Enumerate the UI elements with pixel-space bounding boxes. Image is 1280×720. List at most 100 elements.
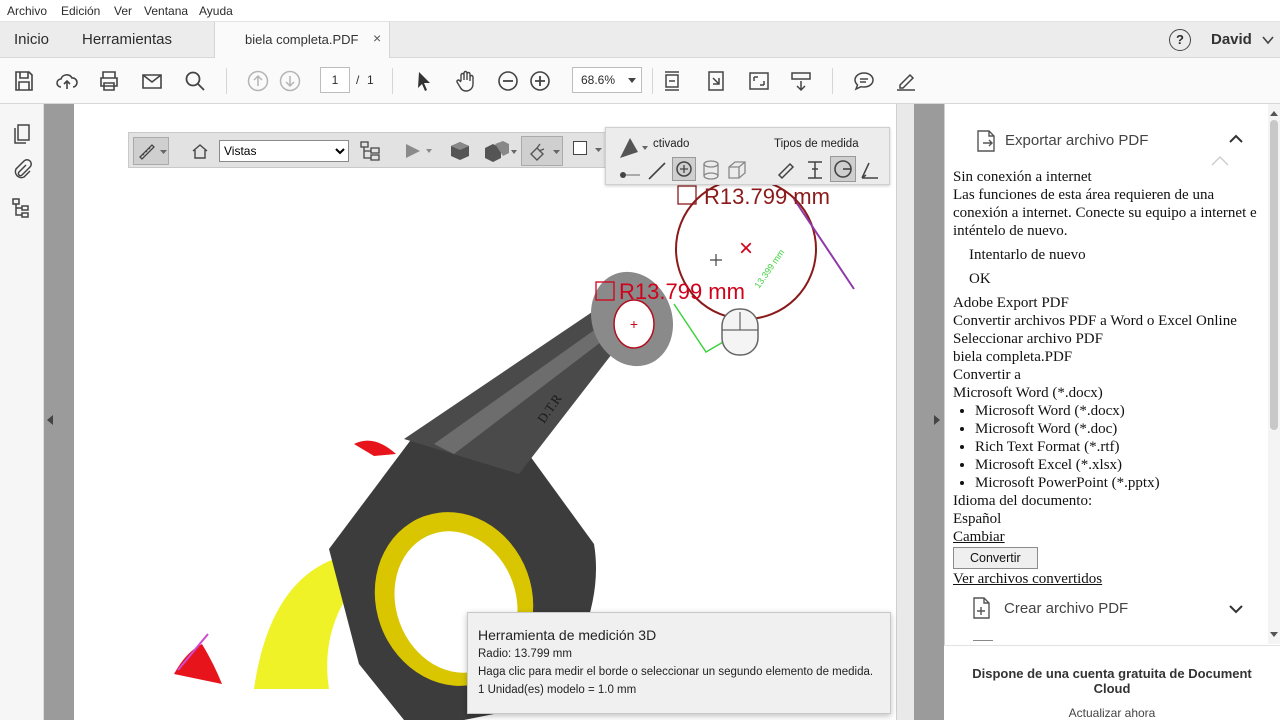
- enabled-label: ctivado: [653, 138, 690, 150]
- hand-tool-icon[interactable]: [454, 69, 478, 93]
- fit-width-icon[interactable]: [660, 69, 684, 93]
- point-snap-icon[interactable]: [618, 164, 642, 180]
- tab-herramientas[interactable]: Herramientas: [82, 31, 172, 48]
- offline-title: Sin conexión a internet: [953, 169, 1092, 185]
- lighting-button[interactable]: [521, 136, 563, 166]
- tab-inicio[interactable]: Inicio: [14, 31, 49, 48]
- upgrade-link[interactable]: Actualizar ahora: [944, 706, 1280, 720]
- chevron-down-icon[interactable]: [1262, 34, 1274, 46]
- menu-ver[interactable]: Ver: [114, 4, 132, 18]
- tab-document[interactable]: biela completa.PDF ×: [214, 22, 390, 58]
- upload-cloud-icon[interactable]: [55, 69, 79, 93]
- menu-ayuda[interactable]: Ayuda: [199, 4, 233, 18]
- change-language-link[interactable]: Cambiar: [953, 528, 1271, 546]
- collapse-arrow-icon[interactable]: [1211, 156, 1229, 166]
- select-cursor-icon[interactable]: [412, 69, 436, 93]
- edge-snap-icon[interactable]: [646, 160, 668, 182]
- page-number-input[interactable]: 1: [320, 67, 350, 93]
- plane-snap-icon[interactable]: [726, 159, 748, 181]
- document-cloud-footer: Dispone de una cuenta gratuita de Docume…: [944, 645, 1280, 720]
- export-pdf-content: Sin conexión a internet Las funciones de…: [953, 168, 1271, 648]
- email-icon[interactable]: [140, 69, 164, 93]
- lighting-icon: [530, 143, 545, 161]
- language-value: Español: [953, 511, 1002, 527]
- menu-edicion[interactable]: Edición: [61, 4, 100, 18]
- create-pdf-section[interactable]: Crear archivo PDF: [945, 586, 1269, 628]
- comment-icon[interactable]: [852, 69, 876, 93]
- offline-message: Las funciones de esta área requieren de …: [953, 187, 1257, 239]
- document-scrollbar[interactable]: [896, 104, 914, 720]
- export-pdf-icon: [977, 130, 995, 152]
- model-tree-icon[interactable]: [10, 196, 34, 220]
- tooltip-radius: Radio: 13.799 mm: [478, 648, 572, 660]
- measure-tool-button[interactable]: [133, 137, 169, 165]
- print-icon[interactable]: [97, 69, 121, 93]
- tooltip-units: 1 Unidad(es) modelo = 1.0 mm: [478, 684, 637, 696]
- previous-page-icon[interactable]: [246, 69, 270, 93]
- radial-edge-snap-button[interactable]: [672, 157, 696, 181]
- views-dropdown[interactable]: Vistas: [219, 140, 349, 162]
- ok-button[interactable]: OK: [969, 270, 1271, 288]
- convert-button[interactable]: Convertir: [953, 547, 1038, 569]
- radius-line: [793, 198, 855, 290]
- dropdown-arrow-icon: [628, 78, 636, 83]
- perpendicular-distance-icon[interactable]: [804, 159, 826, 181]
- user-name[interactable]: David: [1211, 31, 1252, 48]
- menu-ventana[interactable]: Ventana: [144, 4, 188, 18]
- render-mode-icon[interactable]: [483, 140, 517, 162]
- help-icon[interactable]: ?: [1169, 29, 1191, 51]
- menu-archivo[interactable]: Archivo: [7, 4, 47, 18]
- retry-link[interactable]: Intentarlo de nuevo: [969, 246, 1271, 264]
- page-thumbnails-icon[interactable]: [10, 122, 34, 146]
- save-icon[interactable]: [12, 69, 36, 93]
- dropdown-arrow-icon: [160, 150, 167, 154]
- model-tree-toggle-icon[interactable]: [359, 140, 381, 162]
- menu-bar: Archivo Edición Ver Ventana Ayuda: [0, 0, 1280, 22]
- snap-settings-icon[interactable]: [616, 136, 650, 162]
- select-file-label: Seleccionar archivo PDF: [953, 331, 1103, 347]
- fit-page-icon[interactable]: [704, 69, 728, 93]
- bore-center-mark: +: [630, 316, 638, 332]
- scroll-mode-icon[interactable]: [789, 69, 813, 93]
- radial-dimension-button[interactable]: [830, 156, 856, 182]
- highlight-pen-icon[interactable]: [894, 69, 918, 93]
- convert-to-value[interactable]: Microsoft Word (*.docx): [953, 384, 1271, 402]
- full-screen-icon[interactable]: [747, 69, 771, 93]
- play-animation-icon[interactable]: [404, 142, 432, 160]
- home-view-icon[interactable]: [191, 142, 209, 160]
- tab-bar: Inicio Herramientas biela completa.PDF ×…: [0, 22, 1280, 58]
- point-to-point-icon[interactable]: [776, 159, 798, 181]
- scroll-down-arrow-icon[interactable]: [1270, 632, 1278, 638]
- format-option[interactable]: Microsoft Word (*.doc): [975, 420, 1271, 438]
- collapse-left-panel-icon[interactable]: [46, 414, 54, 426]
- 3d-cube-icon[interactable]: [449, 140, 471, 162]
- dropdown-arrow-icon[interactable]: [595, 148, 602, 153]
- chevron-down-icon[interactable]: [1229, 604, 1243, 614]
- selected-file-name[interactable]: biela completa.PDF: [953, 348, 1271, 366]
- close-tab-icon[interactable]: ×: [373, 30, 381, 46]
- format-option[interactable]: Microsoft PowerPoint (*.pptx): [975, 474, 1271, 492]
- format-option[interactable]: Rich Text Format (*.rtf): [975, 438, 1271, 456]
- zoom-out-icon[interactable]: [496, 69, 520, 93]
- radius-label-bottom: R13.799 mm: [619, 279, 745, 304]
- zoom-level-dropdown[interactable]: 68.6%: [572, 67, 642, 93]
- export-description: Convertir archivos PDF a Word o Excel On…: [953, 313, 1237, 329]
- zoom-in-icon[interactable]: [528, 69, 552, 93]
- crosshair-icon: [710, 254, 722, 266]
- format-list: Microsoft Word (*.docx) Microsoft Word (…: [975, 402, 1271, 492]
- right-pane-scroll-thumb[interactable]: [1270, 120, 1278, 430]
- attachments-icon[interactable]: [10, 158, 34, 182]
- collapse-right-panel-icon[interactable]: [933, 414, 941, 426]
- angle-dimension-icon[interactable]: [859, 159, 881, 181]
- export-pdf-header[interactable]: Exportar archivo PDF: [1005, 132, 1148, 149]
- format-option[interactable]: Microsoft Excel (*.xlsx): [975, 456, 1271, 474]
- search-icon[interactable]: [183, 69, 207, 93]
- background-color-icon[interactable]: [573, 141, 587, 155]
- chevron-up-icon[interactable]: [1229, 134, 1243, 144]
- toolbar-divider: [226, 68, 227, 94]
- scroll-up-arrow-icon[interactable]: [1270, 110, 1278, 116]
- next-page-icon[interactable]: [278, 69, 302, 93]
- format-option[interactable]: Microsoft Word (*.docx): [975, 402, 1271, 420]
- page-total: 1: [367, 73, 374, 87]
- silhouette-snap-icon[interactable]: [700, 159, 722, 181]
